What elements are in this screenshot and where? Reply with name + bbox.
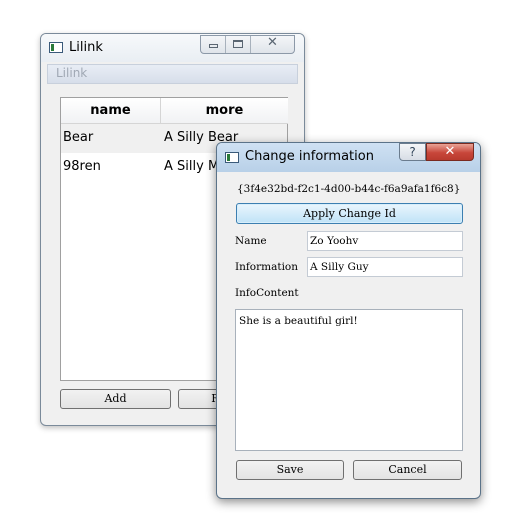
cancel-button[interactable]: Cancel	[353, 460, 462, 480]
minimize-button[interactable]	[201, 36, 226, 53]
help-icon: ?	[409, 145, 416, 159]
dialog-titlebar[interactable]: Change information ? ✕	[217, 143, 480, 172]
name-input[interactable]: Zo Yoohv	[307, 231, 463, 251]
name-label: Name	[235, 235, 267, 247]
close-icon: ✕	[267, 35, 278, 50]
table-cell-name: 98ren	[63, 159, 101, 174]
add-button[interactable]: Add	[60, 389, 171, 409]
apply-change-id-button[interactable]: Apply Change Id	[236, 203, 463, 224]
toolbar: Lilink	[47, 64, 298, 84]
main-titlebar[interactable]: Lilink ✕	[41, 34, 304, 62]
change-information-dialog: Change information ? ✕ {3f4e32bd-f2c1-4d…	[216, 142, 481, 499]
toolbar-label: Lilink	[56, 66, 88, 80]
close-icon: ✕	[444, 144, 456, 159]
dialog-title: Change information	[245, 149, 374, 164]
infocontent-label: InfoContent	[235, 287, 299, 299]
main-window-title: Lilink	[69, 40, 103, 55]
dialog-app-icon	[225, 152, 239, 163]
dialog-close-button[interactable]: ✕	[426, 143, 474, 161]
uuid-label: {3f4e32bd-f2c1-4d00-b44c-f6a9afa1f6c8}	[237, 183, 461, 195]
column-header-more-information[interactable]: more information	[161, 98, 288, 144]
save-button[interactable]: Save	[236, 460, 344, 480]
column-header-name[interactable]: name	[61, 98, 161, 124]
maximize-button[interactable]	[226, 36, 251, 53]
help-button[interactable]: ?	[399, 143, 426, 161]
close-button[interactable]: ✕	[251, 36, 294, 53]
information-label: Information	[235, 261, 299, 273]
information-input[interactable]: A Silly Guy	[307, 257, 463, 277]
caption-buttons: ✕	[200, 35, 295, 54]
infocontent-textarea[interactable]: She is a beautiful girl!	[235, 309, 463, 451]
table-cell-name: Bear	[63, 130, 94, 145]
app-icon	[49, 42, 63, 53]
